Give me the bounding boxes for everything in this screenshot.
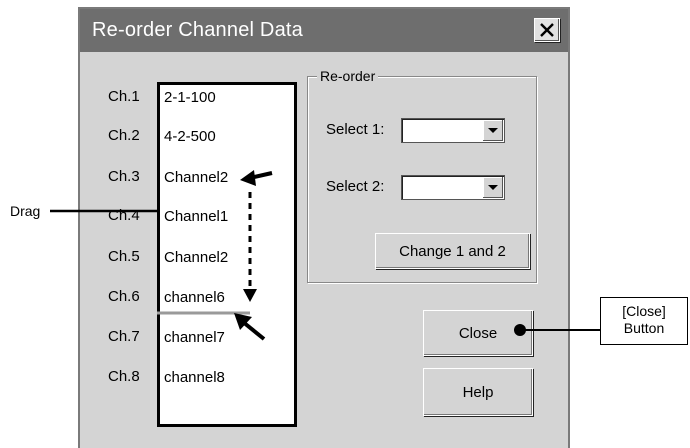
callout-line-2: Button (623, 320, 665, 336)
help-button[interactable]: Help (423, 368, 533, 416)
channel-list[interactable]: 2-1-100 4-2-500 Channel2 Channel1 Channe… (157, 82, 297, 427)
channel-label-1: Ch.1 (108, 88, 140, 105)
change-1-and-2-button[interactable]: Change 1 and 2 (375, 233, 530, 269)
reorder-group: Re-order Select 1: Select 2: Change 1 an… (307, 68, 537, 283)
channel-label-3: Ch.3 (108, 168, 140, 185)
select2-dropdown[interactable] (401, 175, 505, 200)
channel-label-4: Ch.4 (108, 207, 140, 224)
dialog-close-button[interactable] (534, 18, 560, 42)
list-item[interactable]: 2-1-100 (164, 89, 216, 106)
list-item[interactable]: 4-2-500 (164, 128, 216, 145)
reorder-channel-dialog: Re-order Channel Data Ch.1 Ch.2 Ch.3 Ch.… (78, 7, 570, 448)
channel-label-6: Ch.6 (108, 288, 140, 305)
list-item[interactable]: channel8 (164, 369, 225, 386)
callout-line-1: [Close] (622, 303, 666, 319)
list-item[interactable]: Channel2 (164, 249, 228, 266)
drag-annotation: Drag (10, 203, 41, 219)
select2-dropdown-button[interactable] (483, 177, 503, 198)
close-button-callout: [Close] Button (600, 297, 688, 345)
channel-label-5: Ch.5 (108, 248, 140, 265)
chevron-down-icon (488, 185, 498, 190)
list-item[interactable]: Channel1 (164, 208, 228, 225)
title-bar[interactable]: Re-order Channel Data (80, 9, 568, 52)
select2-label: Select 2: (326, 178, 385, 195)
close-button[interactable]: Close (423, 310, 533, 356)
select1-dropdown-button[interactable] (483, 120, 503, 141)
channel-label-2: Ch.2 (108, 127, 140, 144)
reorder-group-label: Re-order (317, 68, 379, 84)
dialog-title: Re-order Channel Data (92, 19, 303, 41)
list-item[interactable]: channel7 (164, 329, 225, 346)
channel-label-7: Ch.7 (108, 328, 140, 345)
list-item[interactable]: channel6 (164, 289, 225, 306)
select1-dropdown[interactable] (401, 118, 505, 143)
close-icon (540, 23, 554, 37)
channel-label-8: Ch.8 (108, 368, 140, 385)
chevron-down-icon (488, 128, 498, 133)
select1-label: Select 1: (326, 121, 385, 138)
list-item[interactable]: Channel2 (164, 169, 228, 186)
